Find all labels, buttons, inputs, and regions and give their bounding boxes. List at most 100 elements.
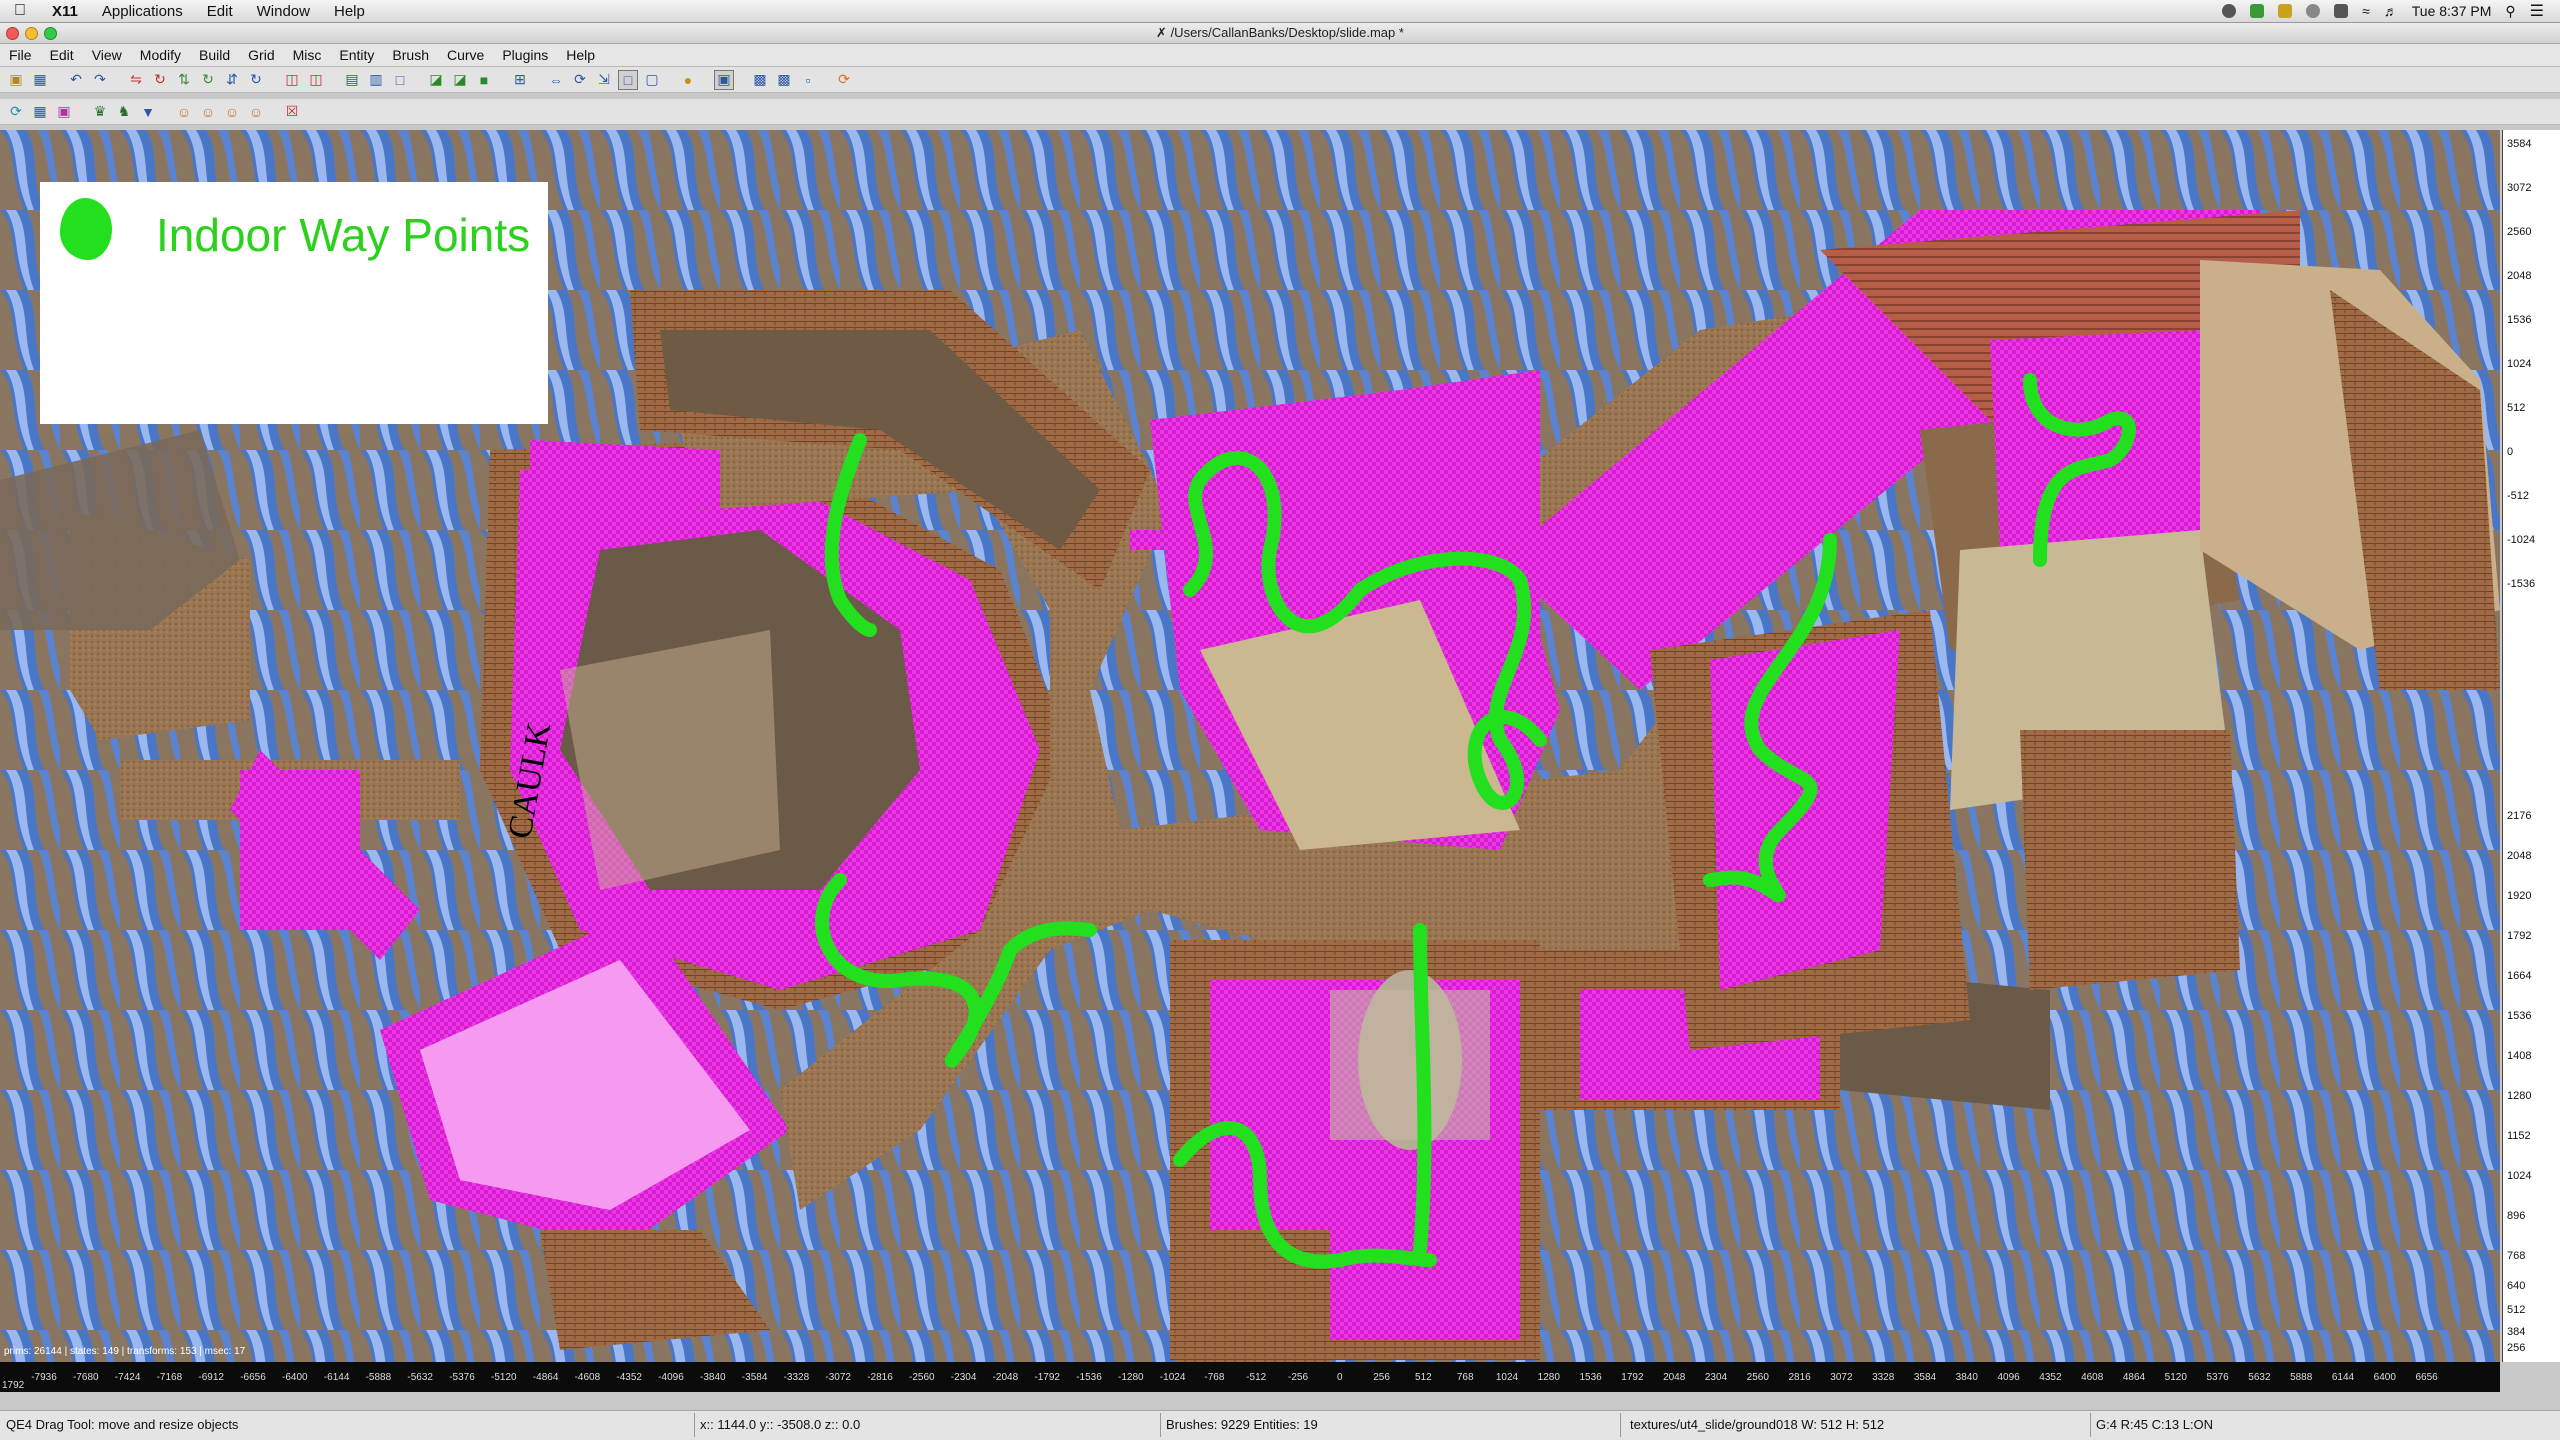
xy-ruler-tick: 2816 — [1788, 1372, 1811, 1383]
xy-ruler-tick: 256 — [1373, 1372, 1390, 1383]
xy-ruler-tick: -7680 — [73, 1372, 99, 1383]
xy-ruler-tick: 6400 — [2373, 1372, 2396, 1383]
menu-build[interactable]: Build — [190, 47, 239, 63]
z-ruler-label: 1408 — [2507, 1050, 2532, 1062]
notification-list-icon[interactable]: ☰ — [2530, 1, 2544, 21]
xy-ruler-tick: -7168 — [156, 1372, 183, 1383]
flip-x-icon[interactable]: ⇋ — [126, 70, 146, 90]
z-ruler[interactable]: 3584 3072 2560 2048 1536 1024 512 0 -512… — [2502, 130, 2560, 1362]
bobtoolz-a-icon[interactable]: ♛ — [90, 102, 110, 122]
plugin-close-icon[interactable]: ☒ — [282, 102, 302, 122]
menu-entity[interactable]: Entity — [330, 47, 383, 63]
spotlight-search-icon[interactable]: ⚲ — [2505, 3, 2515, 20]
menubar-applications[interactable]: Applications — [90, 3, 195, 20]
menu-view[interactable]: View — [83, 47, 131, 63]
menubar-window[interactable]: Window — [245, 3, 322, 20]
flip-z-icon[interactable]: ⇵ — [222, 70, 242, 90]
bluetooth-icon[interactable] — [2334, 4, 2349, 18]
texture-lock-icon[interactable]: ▣ — [714, 69, 734, 90]
cat-d-icon[interactable]: ☺ — [246, 102, 266, 122]
xy-ruler-tick: -4608 — [574, 1372, 601, 1383]
redo-icon[interactable]: ↷ — [90, 70, 110, 90]
status-bar: QE4 Drag Tool: move and resize objects x… — [0, 1410, 2560, 1440]
xy-ruler-tick: -1280 — [1118, 1372, 1144, 1383]
rotate-tool-icon[interactable]: ⟳ — [570, 70, 590, 90]
plugin-a-icon[interactable]: ⟳ — [6, 102, 26, 122]
flip-y-icon[interactable]: ⇅ — [174, 70, 194, 90]
rotate-y-icon[interactable]: ↻ — [198, 70, 218, 90]
apple-icon[interactable]:  — [0, 2, 40, 20]
menu-curve[interactable]: Curve — [438, 47, 493, 63]
menu-modify[interactable]: Modify — [131, 47, 190, 63]
window-titlebar: ✗ /Users/CallanBanks/Desktop/slide.map * — [0, 23, 2560, 44]
xy-ruler[interactable]: 1792 -7936 -7680 -7424 -7168 -6912 -6656 -6400… — [0, 1362, 2500, 1392]
xy-ruler-tick: 2560 — [1746, 1372, 1769, 1383]
select-inside-icon[interactable]: ▥ — [366, 70, 386, 90]
save-file-icon[interactable]: ▦ — [30, 70, 50, 90]
refresh-shaders-icon[interactable]: ⟳ — [834, 70, 854, 90]
menu-edit[interactable]: Edit — [41, 47, 83, 63]
cat-a-icon[interactable]: ☺ — [174, 102, 194, 122]
close-window-icon[interactable] — [6, 27, 19, 40]
csg-merge-icon[interactable]: ◪ — [450, 70, 470, 90]
select-complete-tall-icon[interactable]: ◫ — [282, 70, 302, 90]
csg-subtract-icon[interactable]: ◪ — [426, 70, 446, 90]
plugin-c-icon[interactable]: ▣ — [54, 102, 74, 122]
bobtoolz-b-icon[interactable]: ♞ — [114, 102, 134, 122]
resize-tool-icon[interactable]: ▢ — [642, 70, 662, 90]
tray-yellow-icon[interactable] — [2278, 4, 2293, 18]
patch-tool-icon[interactable]: ● — [678, 70, 698, 90]
menu-file[interactable]: File — [0, 47, 41, 63]
z-ruler-label: 896 — [2507, 1210, 2526, 1222]
xy-ruler-tick: 1280 — [1537, 1372, 1560, 1383]
undo-icon[interactable]: ↶ — [66, 70, 86, 90]
xy-ruler-tick: 3840 — [1955, 1372, 1978, 1383]
rotate-x-icon[interactable]: ↻ — [150, 70, 170, 90]
menu-brush[interactable]: Brush — [383, 47, 438, 63]
csg-hollow-icon[interactable]: ■ — [474, 70, 494, 90]
select-touching-icon[interactable]: ◫ — [306, 70, 326, 90]
xy-ruler-tick: -6912 — [198, 1372, 224, 1383]
menubar-help[interactable]: Help — [322, 3, 377, 20]
menu-help[interactable]: Help — [557, 47, 604, 63]
bobtoolz-c-icon[interactable]: ▼ — [138, 102, 158, 122]
wifi-icon[interactable]: ≈ — [2362, 3, 2370, 19]
cat-b-icon[interactable]: ☺ — [198, 102, 218, 122]
status-texture: textures/ut4_slide/ground018 W: 512 H: 5… — [1630, 1417, 1885, 1432]
tray-app-icon[interactable] — [2222, 4, 2237, 18]
cat-c-icon[interactable]: ☺ — [222, 102, 242, 122]
drag-tool-icon[interactable]: □ — [618, 69, 638, 90]
xy-ruler-tick: 2048 — [1663, 1372, 1686, 1383]
xy-ruler-tick: 5376 — [2206, 1372, 2229, 1383]
tray-green-icon[interactable] — [2250, 4, 2265, 18]
scale-tool-icon[interactable]: ⇲ — [594, 70, 614, 90]
xy-ruler-tick: 6656 — [2415, 1372, 2438, 1383]
minimize-window-icon[interactable] — [25, 27, 38, 40]
open-file-icon[interactable]: ▣ — [6, 70, 26, 90]
translate-icon[interactable]: ⇔ — [546, 70, 566, 90]
clipper-icon[interactable]: ⊞ — [510, 70, 530, 90]
menubar-edit[interactable]: Edit — [195, 3, 245, 20]
zoom-window-icon[interactable] — [44, 27, 57, 40]
camera-viewport[interactable]: CAULK Indoor Way Points prims: 26144 | s… — [0, 130, 2500, 1362]
waypoint-swatch-icon — [60, 198, 112, 260]
status-coords: x:: 1144.0 y:: -3508.0 z:: 0.0 — [700, 1417, 861, 1432]
menubar-app-name[interactable]: X11 — [40, 3, 90, 20]
xy-ruler-tick: 512 — [1415, 1372, 1432, 1383]
plugin-b-icon[interactable]: ▦ — [30, 102, 50, 122]
layout-1-icon[interactable]: ▩ — [750, 70, 770, 90]
menu-misc[interactable]: Misc — [284, 47, 331, 63]
layout-2-icon[interactable]: ▩ — [774, 70, 794, 90]
volume-icon[interactable]: ♬ — [2384, 3, 2398, 19]
select-all-icon[interactable]: □ — [390, 70, 410, 90]
time-machine-icon[interactable] — [2306, 4, 2321, 18]
menu-grid[interactable]: Grid — [239, 47, 283, 63]
z-ruler-label: -1536 — [2507, 578, 2536, 590]
xy-ruler-tick: 4352 — [2039, 1372, 2062, 1383]
rotate-z-icon[interactable]: ↻ — [246, 70, 266, 90]
menu-plugins[interactable]: Plugins — [493, 47, 557, 63]
layout-3-icon[interactable]: ▫ — [798, 70, 818, 90]
clock[interactable]: Tue 8:37 PM — [2412, 3, 2492, 19]
xy-ruler-tick: -5120 — [491, 1372, 517, 1383]
select-partial-tall-icon[interactable]: ▤ — [342, 70, 362, 90]
